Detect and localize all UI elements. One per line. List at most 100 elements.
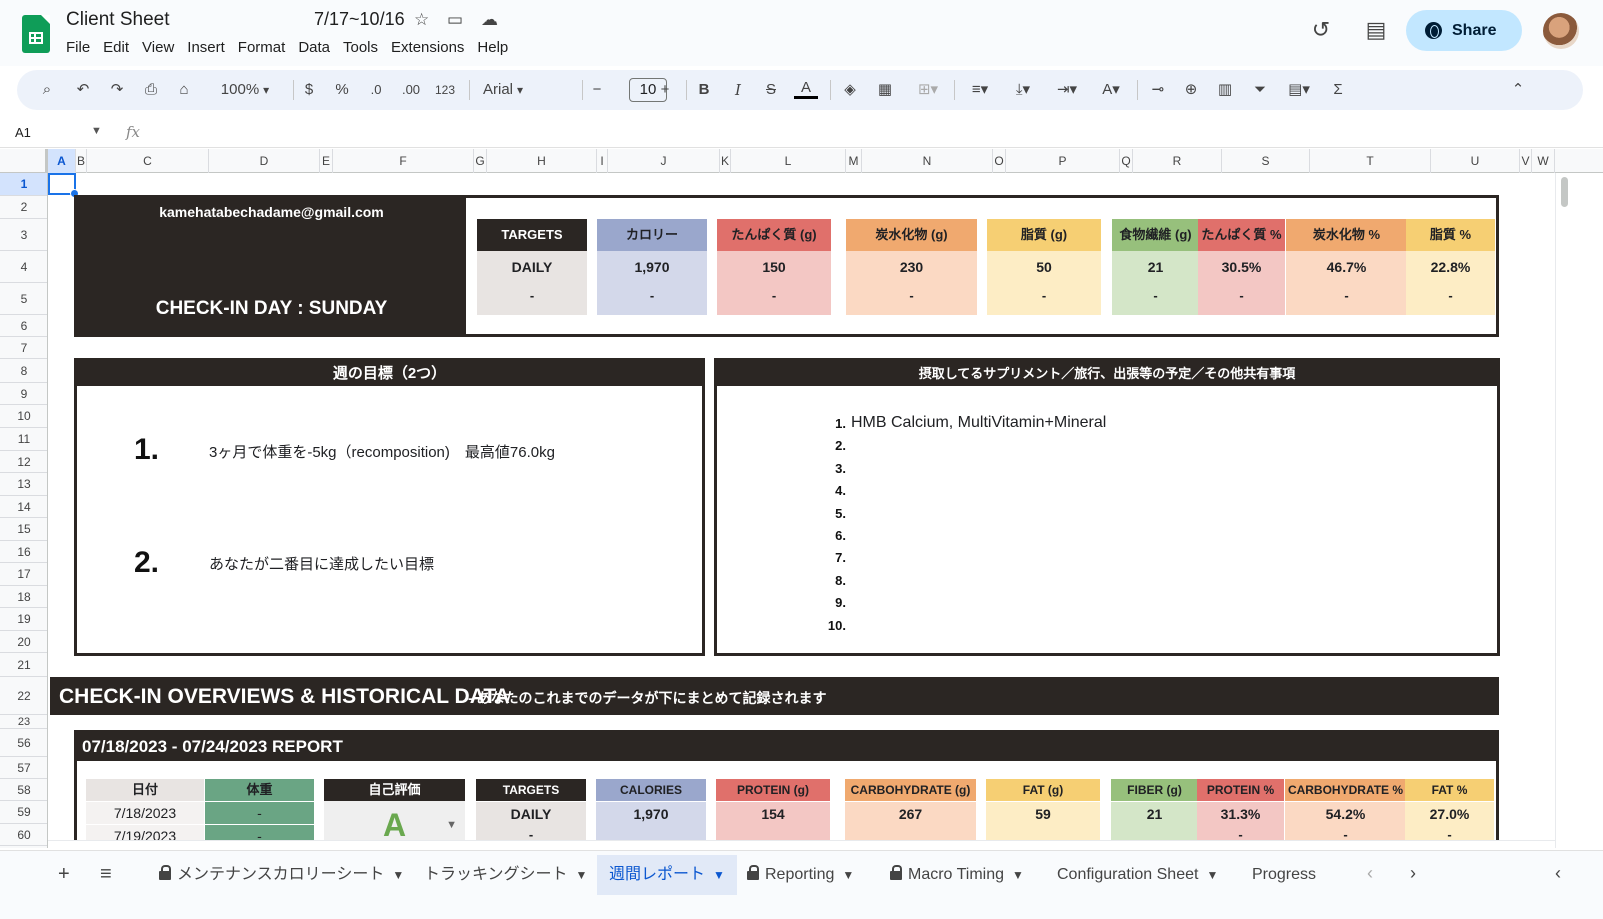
search-menus-icon[interactable]: ⌕ [37, 79, 57, 101]
add-sheet-icon[interactable]: + [58, 863, 70, 886]
target-value-cell[interactable]: 21 [1112, 251, 1199, 283]
row-header[interactable]: 12 [0, 451, 47, 473]
goal-text[interactable]: 3ヶ月で体重を-5kg（recomposition) 最高値76.0kg [209, 441, 555, 462]
target-dash-cell[interactable]: - [1406, 283, 1495, 315]
row-header[interactable]: 6 [0, 315, 47, 337]
increase-decimal-button[interactable]: .00 [398, 79, 424, 101]
increase-font-size-icon[interactable]: + [657, 79, 673, 101]
report-target-value[interactable]: 1,970 [596, 802, 706, 826]
column-header[interactable]: D [209, 149, 320, 173]
target-dash-cell[interactable]: - [597, 283, 707, 315]
target-header-cell[interactable]: たんぱく質 % [1198, 219, 1285, 251]
report-target-header[interactable]: CARBOHYDRATE % [1285, 779, 1406, 801]
column-header[interactable]: S [1222, 149, 1310, 173]
version-history-icon[interactable]: ↺ [1307, 16, 1335, 44]
target-value-cell[interactable]: 1,970 [597, 251, 707, 283]
target-header-cell[interactable]: 食物繊維 (g) [1112, 219, 1199, 251]
text-rotation-icon[interactable]: A▾ [1093, 79, 1129, 101]
document-title[interactable]: Client Sheet [66, 9, 170, 31]
column-header[interactable]: K [720, 149, 731, 173]
menu-tools[interactable]: Tools [343, 39, 385, 56]
undo-icon[interactable]: ↶ [73, 79, 93, 101]
scroll-tabs-right-icon[interactable]: › [1410, 863, 1416, 884]
report-target-header[interactable]: CALORIES [596, 779, 706, 801]
report-target-header[interactable]: PROTEIN (g) [716, 779, 830, 801]
report-date-cell[interactable]: 7/18/2023 [86, 802, 204, 824]
report-target-value[interactable]: 31.3% [1197, 802, 1284, 826]
row-header[interactable]: 7 [0, 337, 47, 359]
row-header[interactable]: 1 [0, 173, 47, 196]
target-dash-cell[interactable]: - [987, 283, 1101, 315]
report-target-value[interactable]: 54.2% [1285, 802, 1406, 826]
account-avatar[interactable] [1543, 13, 1579, 49]
sheets-logo-icon[interactable] [22, 15, 50, 53]
column-header[interactable]: F [333, 149, 474, 173]
column-header[interactable]: M [846, 149, 862, 173]
paint-format-icon[interactable]: ⌂ [174, 79, 194, 101]
report-target-value[interactable]: 154 [716, 802, 830, 826]
column-header[interactable]: N [862, 149, 993, 173]
select-all-corner[interactable] [0, 149, 48, 173]
document-date-range[interactable]: 7/17~10/16 [314, 9, 405, 30]
report-target-header[interactable]: FAT % [1405, 779, 1494, 801]
column-header[interactable]: J [608, 149, 720, 173]
target-dash-cell[interactable]: - [1286, 283, 1407, 315]
row-header[interactable]: 5 [0, 283, 47, 315]
column-header[interactable]: I [597, 149, 608, 173]
target-header-cell[interactable]: 炭水化物 (g) [846, 219, 977, 251]
column-header[interactable]: L [731, 149, 846, 173]
text-wrapping-icon[interactable]: ⇥▾ [1049, 79, 1085, 101]
report-weight-cell[interactable]: - [205, 802, 314, 824]
comments-icon[interactable]: ▤ [1362, 16, 1390, 44]
share-button[interactable]: Share [1406, 10, 1522, 51]
bold-button[interactable]: B [695, 79, 713, 101]
percent-format-button[interactable]: % [332, 79, 352, 101]
row-header[interactable]: 10 [0, 405, 47, 428]
report-target-header[interactable]: CARBOHYDRATE (g) [845, 779, 976, 801]
filter-views-icon[interactable]: ▤▾ [1281, 79, 1317, 101]
menu-insert[interactable]: Insert [187, 39, 232, 56]
row-header[interactable]: 17 [0, 563, 47, 586]
menu-format[interactable]: Format [238, 39, 293, 56]
column-header[interactable]: P [1006, 149, 1120, 173]
column-header[interactable]: R [1133, 149, 1222, 173]
name-box[interactable]: A1 [15, 125, 31, 140]
text-color-button[interactable]: A [794, 79, 818, 99]
merge-cells-icon[interactable]: ⊞▾ [910, 79, 946, 101]
column-header[interactable]: O [993, 149, 1006, 173]
row-header[interactable]: 58 [0, 779, 47, 801]
sheet-tab[interactable]: 週間レポート ▼ [597, 855, 737, 895]
target-dash-cell[interactable]: - [717, 283, 831, 315]
target-header-cell[interactable]: カロリー [597, 219, 707, 251]
row-header[interactable]: 8 [0, 359, 47, 383]
row-header[interactable]: 11 [0, 428, 47, 451]
target-value-cell[interactable]: 150 [717, 251, 831, 283]
row-header[interactable]: 4 [0, 251, 47, 283]
target-value-cell[interactable]: 230 [846, 251, 977, 283]
column-header[interactable]: V [1520, 149, 1532, 173]
column-header[interactable]: T [1310, 149, 1431, 173]
target-dash-cell[interactable]: - [846, 283, 977, 315]
report-target-value[interactable]: DAILY [476, 802, 586, 826]
functions-button[interactable]: Σ [1327, 79, 1349, 101]
selected-cell-a1[interactable] [48, 173, 79, 198]
more-formats-button[interactable]: 123 [431, 79, 459, 101]
column-header[interactable]: U [1431, 149, 1520, 173]
report-target-header[interactable]: TARGETS [476, 779, 586, 801]
print-icon[interactable]: ⎙ [140, 79, 162, 101]
create-filter-icon[interactable]: ⏷ [1249, 79, 1271, 101]
fill-color-icon[interactable]: ◈ [839, 79, 861, 101]
star-icon[interactable]: ☆ [414, 10, 429, 30]
target-header-cell[interactable]: 脂質 % [1406, 219, 1495, 251]
move-folder-icon[interactable]: ▭ [447, 10, 463, 30]
row-header[interactable]: 56 [0, 729, 47, 757]
report-target-header[interactable]: FAT (g) [986, 779, 1100, 801]
target-value-cell[interactable]: 22.8% [1406, 251, 1495, 283]
insert-comment-icon[interactable]: ⊕ [1180, 79, 1202, 101]
italic-button[interactable]: I [729, 79, 747, 101]
cloud-status-icon[interactable]: ☁ [481, 10, 498, 30]
menu-help[interactable]: Help [477, 39, 515, 56]
vertical-align-icon[interactable]: ⤓▾ [1005, 79, 1041, 101]
report-target-header[interactable]: FIBER (g) [1111, 779, 1198, 801]
horizontal-align-icon[interactable]: ≡▾ [962, 79, 998, 101]
